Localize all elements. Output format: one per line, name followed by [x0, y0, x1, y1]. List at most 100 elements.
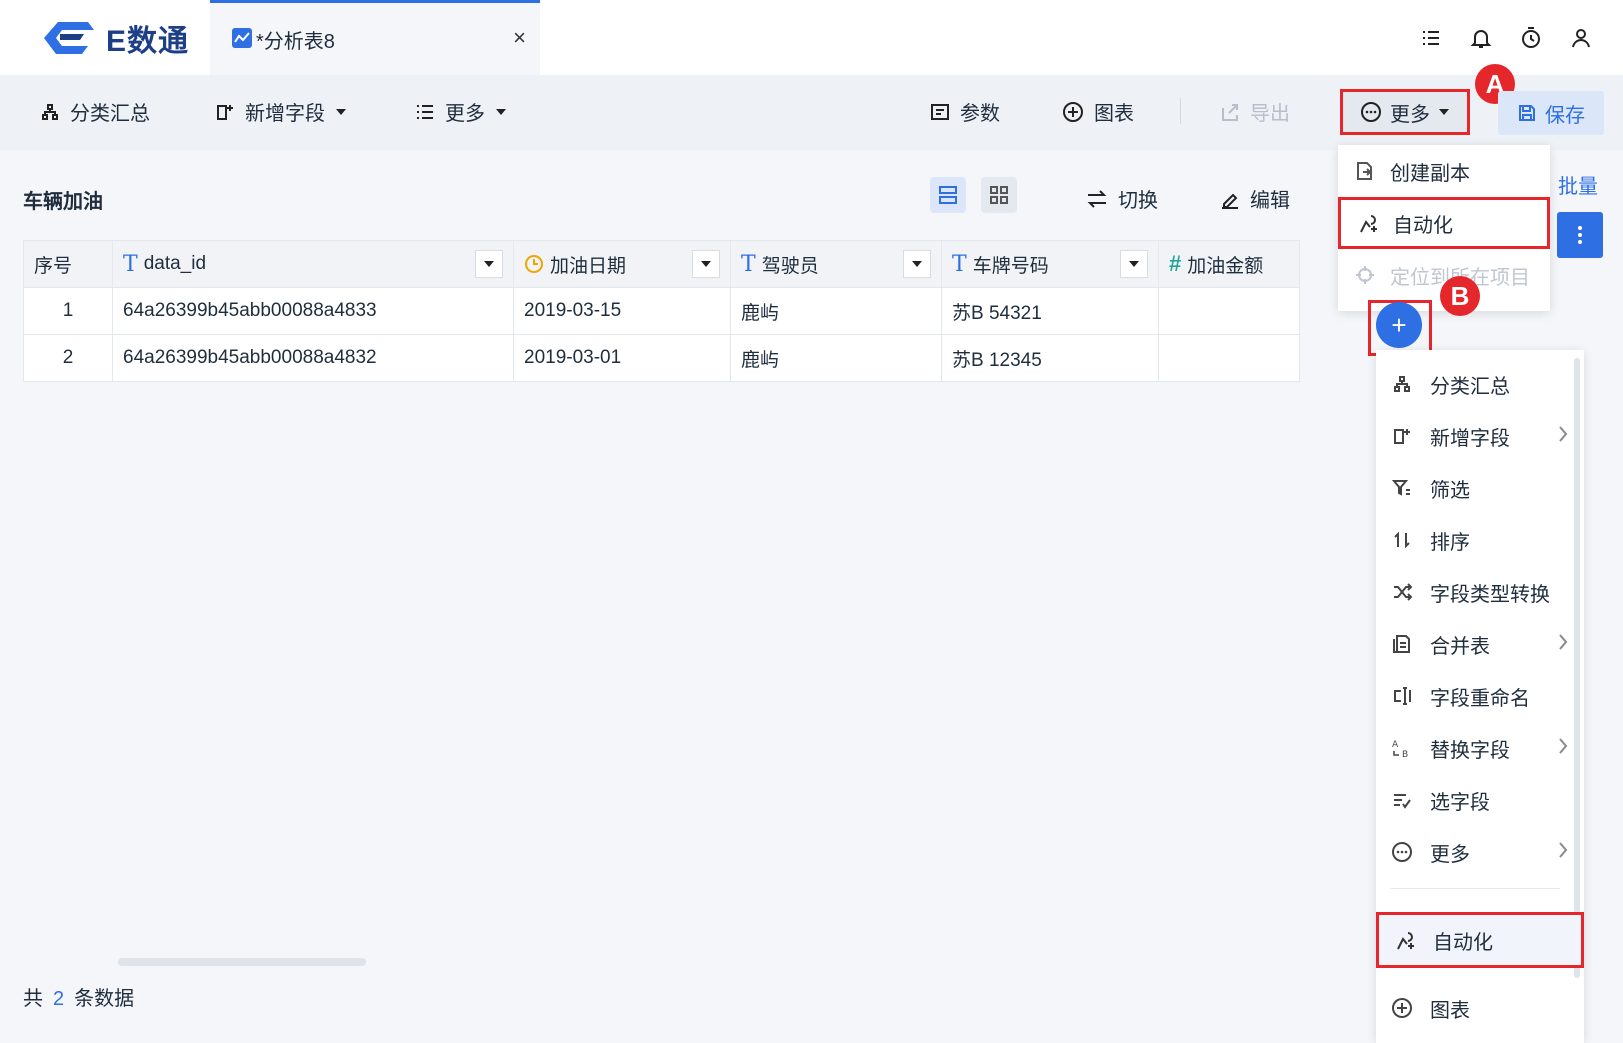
header-cell-plate[interactable]: T 车牌号码	[941, 240, 1159, 288]
header-cell-index: 序号	[23, 240, 113, 288]
top-icons	[1419, 26, 1593, 50]
cell-data-id: 64a26399b45abb00088a4832	[112, 334, 514, 382]
swap-icon	[1087, 189, 1107, 208]
rename-icon	[1394, 687, 1411, 705]
number-type-icon: #	[1169, 251, 1182, 276]
logo-icon	[44, 22, 94, 54]
horizontal-scrollbar[interactable]	[118, 958, 366, 966]
column-menu-caret[interactable]	[903, 250, 931, 278]
switch-button[interactable]: 切换	[1086, 184, 1158, 213]
params-label: 参数	[960, 103, 1000, 125]
chart-tab-icon	[232, 28, 252, 48]
step-menu: 分类汇总 新增字段 筛选 排序 字段类型转换 合并表 字段重命名 AB 替换字段…	[1376, 350, 1584, 1043]
more-menu-label: 更多	[445, 103, 485, 125]
step-item-label: 替换字段	[1430, 739, 1510, 762]
step-item-rename-field[interactable]: 字段重命名	[1376, 670, 1584, 722]
sort-icon	[1394, 531, 1410, 549]
cell-amount	[1158, 287, 1300, 335]
svg-text:A: A	[1392, 740, 1399, 750]
logo: E数通	[36, 18, 189, 58]
table-view-button[interactable]	[930, 177, 966, 213]
table-row[interactable]: 2 64a26399b45abb00088a4832 2019-03-01 鹿屿…	[23, 334, 1300, 382]
bell-icon[interactable]	[1469, 26, 1493, 50]
cell-driver: 鹿屿	[730, 287, 942, 335]
params-icon	[931, 103, 949, 120]
kebab-button[interactable]	[1557, 212, 1603, 258]
user-icon[interactable]	[1569, 26, 1593, 50]
edit-button[interactable]: 编辑	[1220, 184, 1290, 213]
shuffle-icon	[1394, 583, 1412, 601]
automation-icon	[1360, 215, 1377, 233]
step-item-type-convert[interactable]: 字段类型转换	[1376, 566, 1584, 618]
params-button[interactable]: 参数	[930, 97, 1000, 126]
header-cell-amount[interactable]: # 加油金额	[1158, 240, 1300, 288]
column-menu-caret[interactable]	[1120, 250, 1148, 278]
step-item-filter[interactable]: 筛选	[1376, 462, 1584, 514]
tab-analysis[interactable]: *分析表8 ×	[210, 0, 540, 75]
step-item-label: 分类汇总	[1430, 375, 1510, 398]
more-circle-icon	[1361, 102, 1381, 122]
chevron-right-icon	[1559, 426, 1568, 442]
record-count-suffix: 条数据	[74, 988, 135, 1010]
table-view-icon	[939, 186, 957, 204]
column-menu-caret[interactable]	[475, 250, 503, 278]
section-title: 车辆加油	[23, 191, 103, 213]
step-item-label: 合并表	[1430, 635, 1490, 658]
step-item-more[interactable]: 更多	[1376, 826, 1584, 878]
locate-icon	[1356, 266, 1374, 284]
menu-item-automation[interactable]: 自动化	[1338, 197, 1550, 249]
copy-icon	[1357, 162, 1373, 180]
batch-link[interactable]: 批量	[1558, 170, 1598, 199]
caret-down-icon	[1439, 109, 1449, 115]
step-item-sort[interactable]: 排序	[1376, 514, 1584, 566]
step-item-add-field[interactable]: 新增字段	[1376, 410, 1584, 462]
table-header-row: 序号 Tdata_id 加油日期 T 驾驶员 T 车牌号码 # 加油金额	[23, 240, 1300, 288]
export-label: 导出	[1250, 103, 1290, 125]
chevron-right-icon	[1559, 738, 1568, 754]
step-item-automation[interactable]: 自动化	[1376, 912, 1584, 968]
export-button[interactable]: 导出	[1220, 97, 1290, 126]
close-icon[interactable]: ×	[513, 25, 526, 51]
top-bar: E数通 *分析表8 ×	[0, 0, 1623, 75]
add-field-label: 新增字段	[245, 103, 325, 125]
badge-b: B	[1440, 276, 1480, 316]
hierarchy-icon	[42, 103, 58, 120]
header-cell-data-id[interactable]: Tdata_id	[112, 240, 514, 288]
step-item-select-fields[interactable]: 选字段	[1376, 774, 1584, 826]
header-cell-date[interactable]: 加油日期	[513, 240, 731, 288]
svg-text:B: B	[1402, 750, 1408, 759]
column-menu-caret[interactable]	[692, 250, 720, 278]
timer-icon[interactable]	[1519, 26, 1543, 50]
cell-plate: 苏B 54321	[941, 287, 1159, 335]
record-count-prefix: 共	[23, 988, 43, 1010]
chevron-right-icon	[1559, 842, 1568, 858]
step-item-chart[interactable]: 图表	[1376, 982, 1584, 1034]
more-menu-button[interactable]: 更多	[415, 97, 507, 126]
group-summary-button[interactable]: 分类汇总	[40, 97, 150, 126]
text-type-icon: T	[123, 251, 138, 277]
add-step-button[interactable]: +	[1376, 302, 1422, 348]
table-row[interactable]: 1 64a26399b45abb00088a4833 2019-03-15 鹿屿…	[23, 287, 1300, 335]
more-circle-icon	[1392, 842, 1412, 862]
more-right-label: 更多	[1390, 103, 1430, 126]
step-item-replace-field[interactable]: AB 替换字段	[1376, 722, 1584, 774]
chart-button[interactable]: 图表	[1062, 97, 1134, 126]
save-label: 保存	[1545, 104, 1585, 127]
save-icon	[1519, 105, 1535, 121]
menu-item-create-copy[interactable]: 创建副本	[1338, 145, 1550, 197]
step-item-merge-table[interactable]: 合并表	[1376, 618, 1584, 670]
caret-down-icon	[496, 108, 506, 115]
step-item-label: 新增字段	[1430, 427, 1510, 450]
more-right-button[interactable]: 更多	[1340, 89, 1470, 135]
task-list-icon[interactable]	[1419, 26, 1443, 50]
cell-plate: 苏B 12345	[941, 334, 1159, 382]
step-item-label: 选字段	[1430, 791, 1490, 814]
chevron-right-icon	[1559, 634, 1568, 650]
add-field-button[interactable]: 新增字段	[215, 97, 347, 126]
grid-view-button[interactable]	[981, 177, 1017, 213]
step-item-label: 图表	[1430, 999, 1470, 1022]
header-cell-driver[interactable]: T 驾驶员	[730, 240, 942, 288]
save-button[interactable]: 保存	[1498, 91, 1604, 135]
step-item-group-summary[interactable]: 分类汇总	[1376, 358, 1584, 410]
replace-icon: AB	[1392, 740, 1408, 759]
